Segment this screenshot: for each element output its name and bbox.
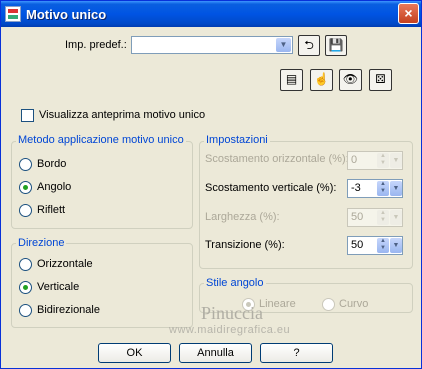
radio-curvo[interactable] [322, 298, 335, 311]
radio-verticale-label: Verticale [37, 281, 80, 293]
help-button[interactable]: ? [260, 343, 333, 363]
window-title: Motivo unico [26, 6, 107, 22]
floppy-disk-icon: 💾 [328, 38, 344, 52]
vertical-offset-spinner[interactable]: -3 ▲ ▼ ▼ [347, 179, 403, 198]
dice-icon: ⚄ [375, 72, 386, 86]
corner-style-group-title: Stile angolo [204, 277, 266, 289]
transition-spinner[interactable]: 50 ▲ ▼ ▼ [347, 236, 403, 255]
horizontal-offset-label: Scostamento orizzontale (%): [205, 153, 349, 165]
radio-angolo[interactable] [19, 181, 32, 194]
list-icon: ▤ [285, 72, 298, 86]
spin-arrows-icon: ▲ ▼ [377, 238, 389, 253]
chevron-down-icon: ▼ [390, 238, 402, 253]
title-bar: Motivo unico × [1, 1, 421, 27]
horizontal-offset-value: 0 [351, 154, 358, 166]
randomize-button[interactable]: ⚄ [369, 69, 392, 91]
transition-value: 50 [351, 239, 364, 251]
cancel-button-label: Annulla [197, 347, 234, 359]
radio-rifletti-label: Riflett [37, 204, 66, 216]
chevron-down-icon: ▼ [390, 181, 402, 196]
eye-icon: 👁 [342, 72, 359, 86]
preset-list-button[interactable]: ▤ [280, 69, 303, 91]
preview-checkbox[interactable] [21, 109, 34, 122]
transition-label: Transizione (%): [205, 239, 285, 251]
radio-lineare-label: Lineare [259, 298, 296, 310]
ok-button-label: OK [126, 347, 143, 359]
radio-verticale[interactable] [19, 281, 32, 294]
width-value: 50 [351, 211, 364, 223]
preview-button[interactable]: 👁 [339, 69, 362, 91]
width-label: Larghezza (%): [205, 211, 280, 223]
radio-orizzontale[interactable] [19, 258, 32, 271]
help-button-label: ? [293, 347, 300, 359]
preview-checkbox-label: Visualizza anteprima motivo unico [39, 109, 206, 121]
radio-orizzontale-label: Orizzontale [37, 258, 93, 270]
spin-arrows-icon: ▲ ▼ [377, 210, 389, 225]
close-button[interactable]: × [398, 3, 419, 24]
direction-group-title: Direzione [16, 237, 67, 249]
preset-dropdown[interactable]: ▼ [131, 36, 293, 54]
chevron-down-icon: ▼ [276, 38, 291, 52]
radio-bordo-label: Bordo [37, 158, 67, 170]
app-icon [5, 6, 21, 22]
dialog-window: Motivo unico × Imp. predef.: ▼ ⮌ 💾 ▤ ☝ 👁… [0, 0, 422, 369]
chevron-down-icon: ▼ [390, 153, 402, 168]
settings-group-title: Impostazioni [204, 134, 270, 146]
width-spinner[interactable]: 50 ▲ ▼ ▼ [347, 208, 403, 227]
horizontal-offset-spinner[interactable]: 0 ▲ ▼ ▼ [347, 151, 403, 170]
preset-label: Imp. predef.: [65, 39, 127, 51]
watermark-name: Pinuccia [201, 303, 263, 323]
radio-rifletti[interactable] [19, 204, 32, 217]
method-group-title: Metodo applicazione motivo unico [16, 134, 186, 146]
vertical-offset-value: -3 [351, 182, 361, 194]
radio-bidirezionale-label: Bidirezionale [37, 304, 100, 316]
cancel-button[interactable]: Annulla [179, 343, 252, 363]
save-preset-button[interactable]: 💾 [325, 35, 347, 56]
vertical-offset-label: Scostamento verticale (%): [205, 182, 337, 194]
watermark-url: www.maidiregrafica.eu [169, 324, 291, 336]
ok-button[interactable]: OK [98, 343, 171, 363]
undo-arrow-icon: ⮌ [304, 38, 314, 52]
radio-bidirezionale[interactable] [19, 304, 32, 317]
proof-button[interactable]: ☝ [310, 69, 333, 91]
reset-preset-button[interactable]: ⮌ [298, 35, 320, 56]
close-icon: × [404, 5, 413, 21]
spin-arrows-icon: ▲ ▼ [377, 153, 389, 168]
chevron-down-icon: ▼ [390, 210, 402, 225]
spin-arrows-icon: ▲ ▼ [377, 181, 389, 196]
radio-angolo-label: Angolo [37, 181, 72, 193]
radio-bordo[interactable] [19, 158, 32, 171]
radio-curvo-label: Curvo [339, 298, 369, 310]
eye-pointer-icon: ☝ [314, 72, 329, 86]
